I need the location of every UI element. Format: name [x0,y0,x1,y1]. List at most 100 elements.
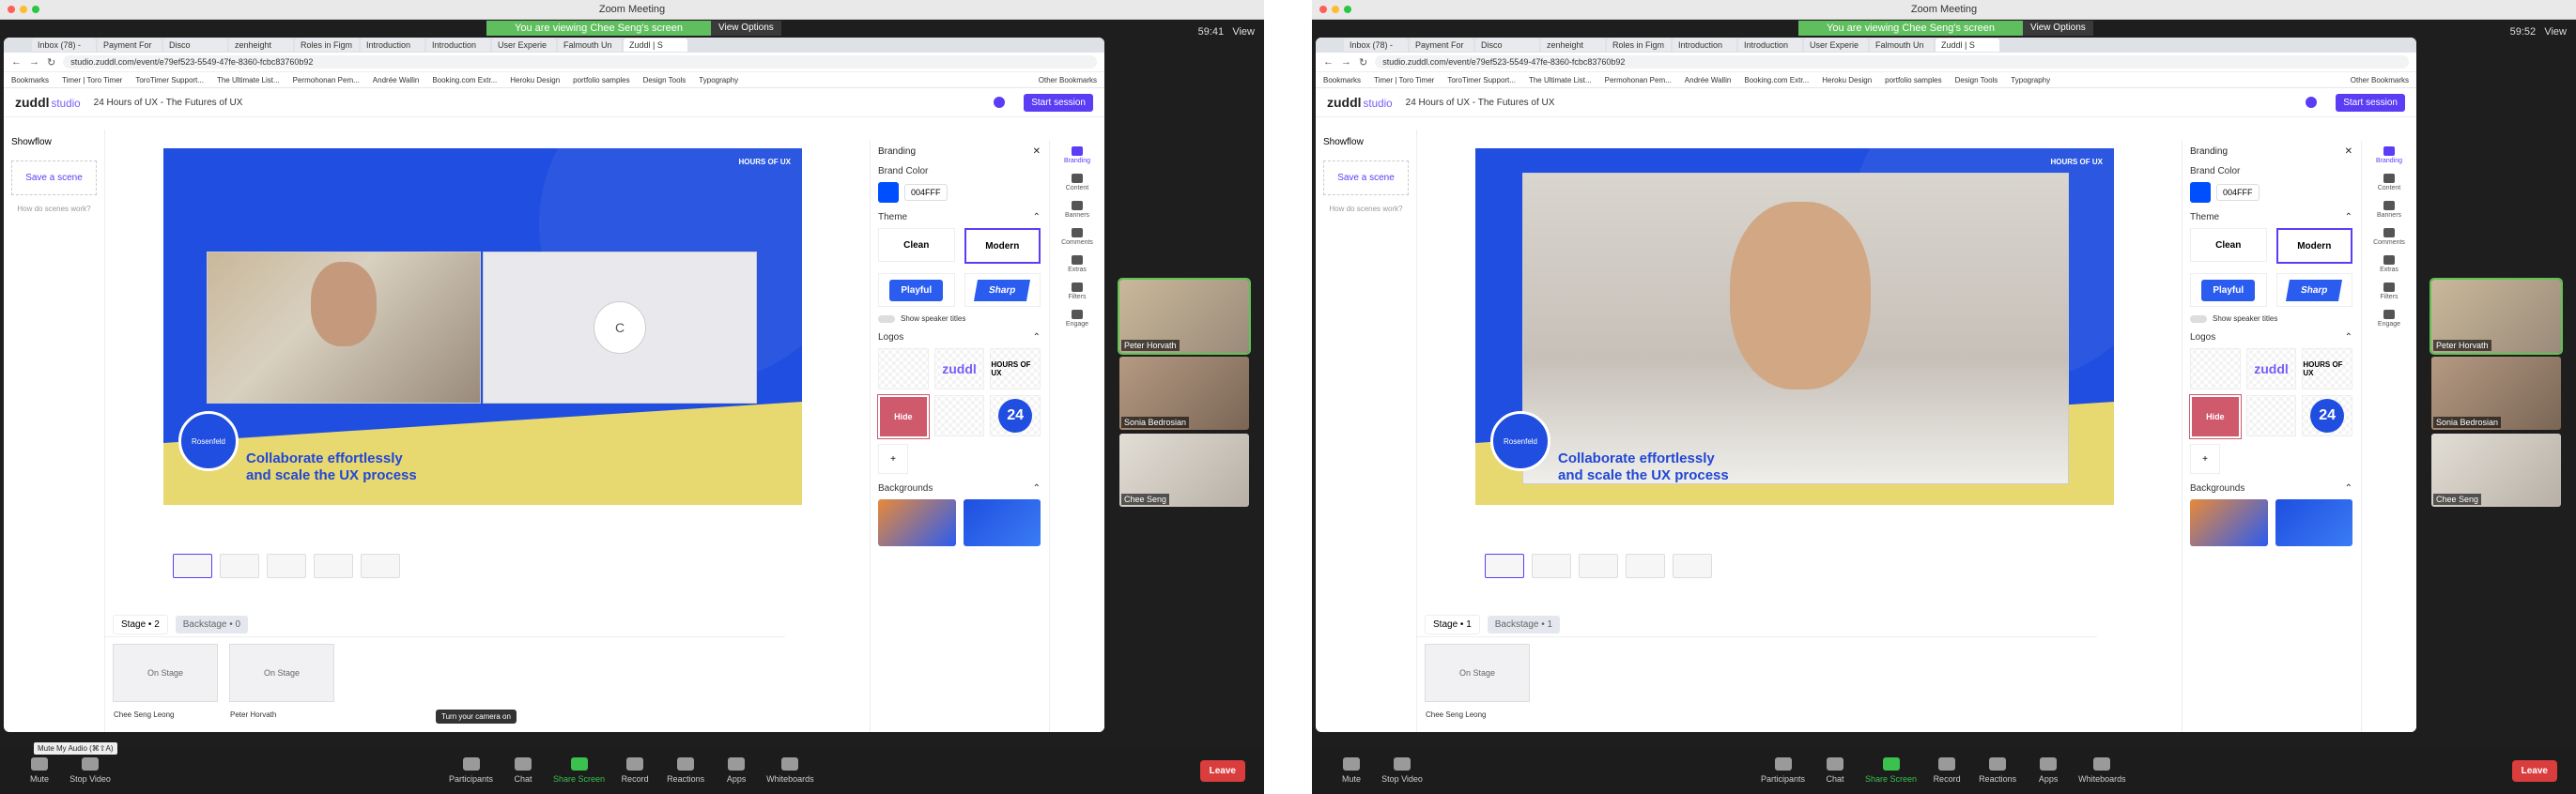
gallery-tile[interactable]: Peter Horvath [2429,278,2563,355]
bookmark[interactable]: Typography [699,76,738,84]
tab-stage[interactable]: Stage • 2 [113,614,168,634]
background-option[interactable] [963,499,1041,546]
theme-clean[interactable]: Clean [878,228,955,262]
brand-color-field[interactable]: 004FFF [904,184,948,201]
theme-modern[interactable]: Modern [964,228,1041,264]
logo-hide[interactable]: Hide [877,394,930,439]
bookmark[interactable]: ToroTimer Support... [1447,76,1516,84]
bookmark[interactable]: Typography [2011,76,2050,84]
back-icon[interactable]: ← [11,56,22,68]
logo-empty[interactable] [933,395,985,436]
rail-engage[interactable]: Engage [1066,310,1088,328]
theme-sharp[interactable]: Sharp [2275,273,2352,307]
bookmark[interactable]: Timer | Toro Timer [1374,76,1434,84]
theme-playful[interactable]: Playful [2190,273,2267,307]
stop-video-button[interactable]: Stop Video [69,757,111,784]
whiteboards-button[interactable]: Whiteboards [766,757,814,784]
browser-tab[interactable]: Payment For [1410,38,1473,52]
bookmark[interactable]: Bookmarks [11,76,49,84]
stop-video-button[interactable]: Stop Video [1381,757,1423,784]
reactions-button[interactable]: Reactions [1977,757,2018,784]
background-option[interactable] [2190,499,2268,546]
layout-option[interactable] [267,554,306,578]
view-options-button[interactable]: View Options [711,21,781,36]
rail-filters[interactable]: Filters [1068,282,1087,300]
browser-tab[interactable]: Falmouth Un [1870,38,1934,52]
bookmark[interactable]: portfolio samples [573,76,629,84]
logo-hide[interactable]: Hide [2189,394,2242,439]
layout-option[interactable] [173,554,212,578]
add-logo-button[interactable]: + [878,444,908,474]
layout-option[interactable] [1532,554,1571,578]
tab-stage[interactable]: Stage • 1 [1425,614,1480,634]
url-field[interactable]: studio.zuddl.com/event/e79ef523-5549-47f… [63,55,1097,69]
layout-option[interactable] [1579,554,1618,578]
brand-color-picker[interactable]: 004FFF [2190,182,2352,203]
apps-button[interactable]: Apps [716,757,757,784]
speaker-titles-toggle[interactable]: Show speaker titles [2190,314,2352,323]
bookmark[interactable]: The Ultimate List... [1529,76,1592,84]
record-button[interactable]: Record [614,757,656,784]
logo-24[interactable]: 24 [2302,395,2352,436]
browser-tab-active[interactable]: Zuddl | S [1936,38,1999,52]
bookmark[interactable]: Other Bookmarks [1039,76,1097,84]
close-icon[interactable]: ✕ [2345,146,2352,157]
browser-tab[interactable]: zenheight [229,38,293,52]
browser-tab[interactable]: Introduction [1673,38,1736,52]
browser-tab[interactable]: Roles in Figm [295,38,359,52]
reactions-button[interactable]: Reactions [665,757,706,784]
logo-empty[interactable] [2245,395,2297,436]
mute-button[interactable]: Mute [19,757,60,784]
bookmark[interactable]: Bookmarks [1323,76,1361,84]
theme-playful[interactable]: Playful [878,273,955,307]
bookmark[interactable]: Permohonan Pem... [293,76,360,84]
bookmark[interactable]: Booking.com Extr... [432,76,497,84]
forward-icon[interactable]: → [29,56,39,68]
start-session-button[interactable]: Start session [2336,93,2405,112]
share-screen-button[interactable]: Share Screen [553,757,605,784]
close-icon[interactable]: ✕ [1033,146,1041,157]
url-field[interactable]: studio.zuddl.com/event/e79ef523-5549-47f… [1375,55,2409,69]
share-screen-button[interactable]: Share Screen [1865,757,1917,784]
reload-icon[interactable]: ↻ [1359,56,1367,69]
browser-tab[interactable]: zenheight [1541,38,1605,52]
rail-extras[interactable]: Extras [1068,255,1087,273]
participants-button[interactable]: Participants [449,757,493,784]
logo-zuddl[interactable]: zuddl [933,348,985,389]
background-option[interactable] [878,499,956,546]
browser-tab[interactable]: Payment For [98,38,162,52]
theme-clean[interactable]: Clean [2190,228,2267,262]
save-scene-button[interactable]: Save a scene [1323,160,1409,195]
rail-branding[interactable]: Branding [2376,146,2402,164]
bookmark[interactable]: Heroku Design [510,76,560,84]
apps-button[interactable]: Apps [2028,757,2069,784]
window-controls[interactable] [1319,6,1351,13]
leave-button[interactable]: Leave [1199,759,1245,782]
rail-comments[interactable]: Comments [2373,228,2405,246]
gallery-tile[interactable]: Sonia Bedrosian [2431,357,2561,430]
back-icon[interactable]: ← [1323,56,1334,68]
view-options-button[interactable]: View Options [2023,21,2093,36]
gallery-tile[interactable]: Sonia Bedrosian [1119,357,1249,430]
browser-tab[interactable]: Falmouth Un [558,38,622,52]
theme-sharp[interactable]: Sharp [964,273,1041,307]
rail-comments[interactable]: Comments [1061,228,1093,246]
background-option[interactable] [2275,499,2352,546]
participant-tile[interactable]: On Stage Chee Seng Leong [113,644,218,719]
start-session-button[interactable]: Start session [1024,93,1093,112]
gallery-tile[interactable]: Peter Horvath [1118,278,1251,355]
participant-tile[interactable]: On Stage Chee Seng Leong [1425,644,1530,719]
rail-filters[interactable]: Filters [2380,282,2399,300]
layout-option[interactable] [220,554,259,578]
bookmark[interactable]: Other Bookmarks [2351,76,2409,84]
browser-tab[interactable]: Introduction [1738,38,1802,52]
rail-content[interactable]: Content [1066,174,1088,191]
gallery-tile[interactable]: Chee Seng [2431,434,2561,507]
layout-option[interactable] [1626,554,1665,578]
bookmark[interactable]: Andrée Wallin [373,76,420,84]
tab-backstage[interactable]: Backstage • 1 [1487,615,1561,634]
rail-engage[interactable]: Engage [2378,310,2400,328]
add-logo-button[interactable]: + [2190,444,2220,474]
browser-tab[interactable]: Inbox (78) - [32,38,96,52]
rail-banners[interactable]: Banners [1065,201,1089,219]
